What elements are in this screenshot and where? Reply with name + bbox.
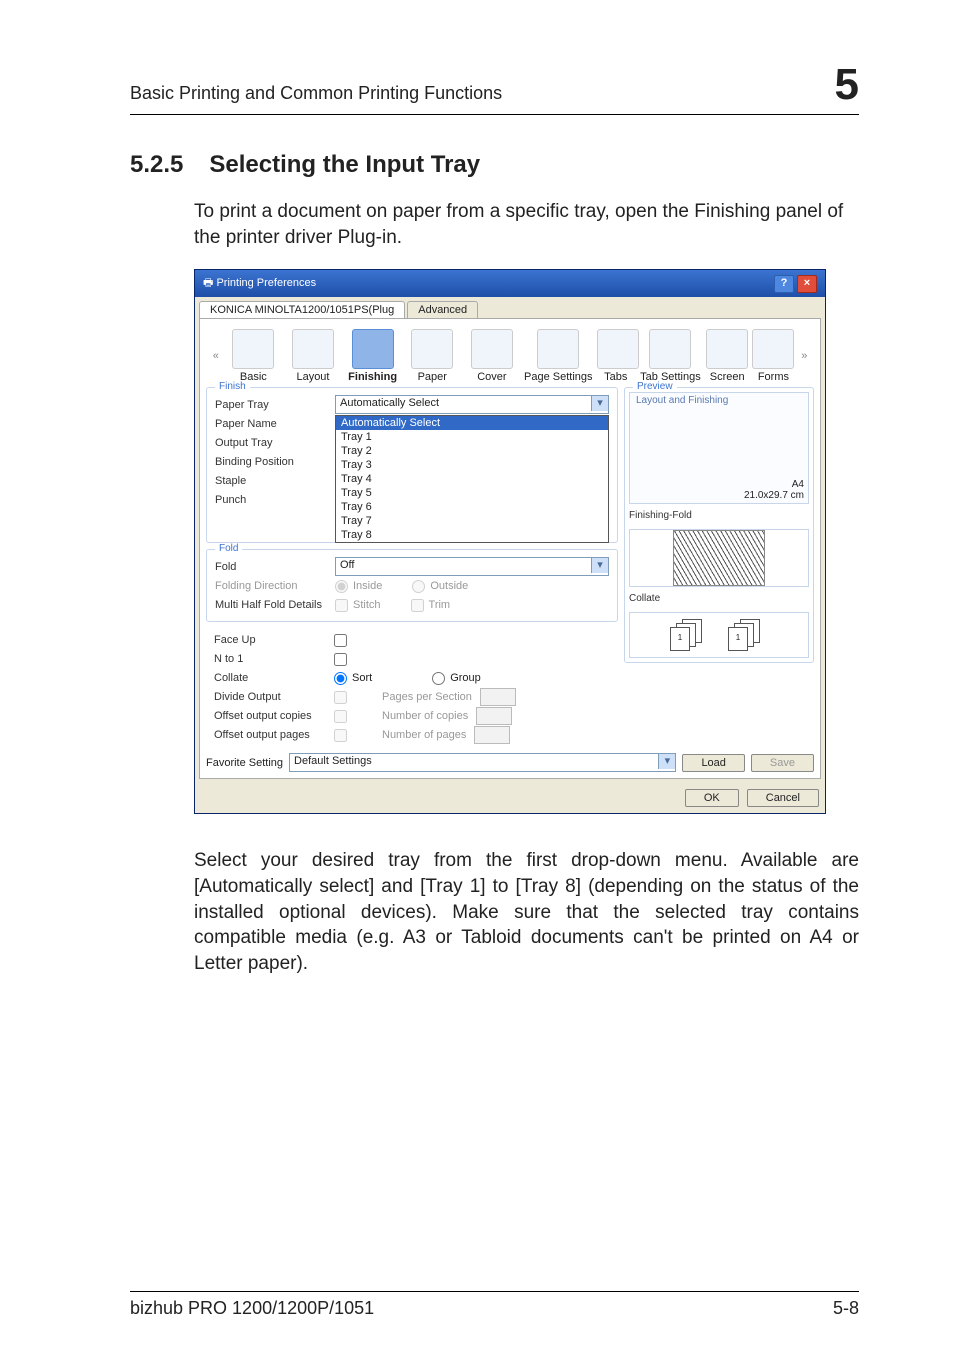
tab-advanced[interactable]: Advanced [407, 301, 478, 318]
finish-group: Finish Paper Tray Automatically Select▾ … [206, 387, 618, 543]
preview-layout: Layout and Finishing A4 21.0x29.7 cm [629, 392, 809, 504]
chevron-down-icon: ▾ [658, 754, 675, 769]
staple-label: Staple [215, 475, 335, 487]
multi-label: Multi Half Fold Details [215, 599, 335, 611]
paper-tray-dropdown[interactable]: Automatically Select▾ [335, 395, 609, 414]
toolbar-screen[interactable]: Screen [706, 329, 748, 383]
folddir-label: Folding Direction [215, 580, 335, 592]
fold-group: Fold Fold Off▾ Folding Direction Inside … [206, 549, 618, 622]
help-button[interactable]: ? [774, 275, 794, 293]
close-button[interactable]: × [797, 275, 817, 293]
toolbar-layout[interactable]: Layout [285, 329, 341, 383]
toolbar-forms[interactable]: Forms [752, 329, 794, 383]
offsetpages-label: Offset output pages [214, 729, 334, 741]
stitch-check [335, 599, 348, 612]
tab-driver[interactable]: KONICA MINOLTA1200/1051PS(Plug [199, 301, 405, 318]
chapter-number: 5 [835, 60, 859, 110]
preview-layout-title: Layout and Finishing [636, 395, 728, 406]
load-button[interactable]: Load [682, 754, 744, 772]
divide-check [334, 691, 347, 704]
punch-label: Punch [215, 494, 335, 506]
footer-left: bizhub PRO 1200/1200P/1051 [130, 1298, 374, 1319]
scroll-left-icon[interactable]: « [210, 350, 222, 362]
faceup-label: Face Up [214, 634, 334, 646]
window-title: Printing Preferences [216, 277, 316, 289]
fold-legend: Fold [215, 543, 242, 554]
menu-tray7[interactable]: Tray 7 [336, 514, 608, 528]
preview-collate-label: Collate [629, 593, 809, 604]
fold-label: Fold [215, 561, 335, 573]
chevron-down-icon: ▾ [591, 396, 608, 411]
preview-fold [629, 529, 809, 587]
preview-size: A4 [744, 479, 804, 490]
menu-tray1[interactable]: Tray 1 [336, 430, 608, 444]
fav-dropdown[interactable]: Default Settings▾ [289, 753, 676, 772]
toolbar-tabsettings[interactable]: Tab Settings [639, 329, 702, 383]
cancel-button[interactable]: Cancel [747, 789, 819, 807]
chevron-down-icon: ▾ [591, 558, 608, 573]
faceup-check[interactable] [334, 634, 347, 647]
binding-label: Binding Position [215, 456, 335, 468]
screenshot: 🖶 Printing Preferences ? × KONICA MINOLT… [194, 269, 859, 814]
toolbar-cover[interactable]: Cover [464, 329, 520, 383]
menu-tray5[interactable]: Tray 5 [336, 486, 608, 500]
header-rule [130, 114, 859, 115]
paper-name-label: Paper Name [215, 418, 335, 430]
offsetcopies-label: Offset output copies [214, 710, 334, 722]
group-radio[interactable] [432, 672, 445, 685]
fold-dropdown[interactable]: Off▾ [335, 557, 609, 576]
paragraph-1: To print a document on paper from a spec… [194, 199, 859, 250]
toolbar-basic[interactable]: Basic [226, 329, 282, 383]
finish-legend: Finish [215, 381, 250, 392]
footer-right: 5-8 [833, 1298, 859, 1319]
toolbar-tabs[interactable]: Tabs [597, 329, 635, 383]
menu-tray2[interactable]: Tray 2 [336, 444, 608, 458]
menu-tray3[interactable]: Tray 3 [336, 458, 608, 472]
preview-dim: 21.0x29.7 cm [744, 490, 804, 501]
output-tray-label: Output Tray [215, 437, 335, 449]
pages-spin [480, 688, 516, 706]
divide-label: Divide Output [214, 691, 334, 703]
menu-tray8[interactable]: Tray 8 [336, 528, 608, 542]
preview-finfold-label: Finishing-Fold [629, 510, 809, 521]
trim-check [411, 599, 424, 612]
sort-radio[interactable] [334, 672, 347, 685]
toolbar-paper[interactable]: Paper [404, 329, 460, 383]
header-title: Basic Printing and Common Printing Funct… [130, 83, 502, 104]
paper-tray-menu[interactable]: Automatically Select Tray 1 Tray 2 Tray … [335, 415, 609, 543]
paragraph-2: Select your desired tray from the first … [194, 848, 859, 976]
window-titlebar[interactable]: 🖶 Printing Preferences ? × [195, 270, 825, 297]
printer-icon: 🖶 [203, 277, 216, 289]
fav-label: Favorite Setting [206, 757, 283, 769]
save-button: Save [751, 754, 814, 772]
preview-legend: Preview [633, 381, 677, 392]
offsetcopies-check [334, 710, 347, 723]
nto1-label: N to 1 [214, 653, 334, 665]
collate-label: Collate [214, 672, 334, 684]
menu-tray6[interactable]: Tray 6 [336, 500, 608, 514]
scroll-right-icon[interactable]: » [799, 350, 811, 362]
nto1-check[interactable] [334, 653, 347, 666]
toolbar-finishing[interactable]: Finishing [345, 329, 401, 383]
preview-collate: 321 321 [629, 612, 809, 658]
outside-radio [412, 580, 425, 593]
toolbar-pagesettings[interactable]: Page Settings [524, 329, 593, 383]
paper-tray-label: Paper Tray [215, 399, 335, 411]
inside-radio [335, 580, 348, 593]
section-title: Selecting the Input Tray [209, 151, 480, 179]
offsetpages-check [334, 729, 347, 742]
section-num: 5.2.5 [130, 151, 183, 179]
copies-spin [476, 707, 512, 725]
menu-tray4[interactable]: Tray 4 [336, 472, 608, 486]
preview-group: Preview Layout and Finishing A4 21.0x29.… [624, 387, 814, 663]
menu-auto[interactable]: Automatically Select [336, 416, 608, 430]
ok-button[interactable]: OK [685, 789, 739, 807]
npages-spin [474, 726, 510, 744]
